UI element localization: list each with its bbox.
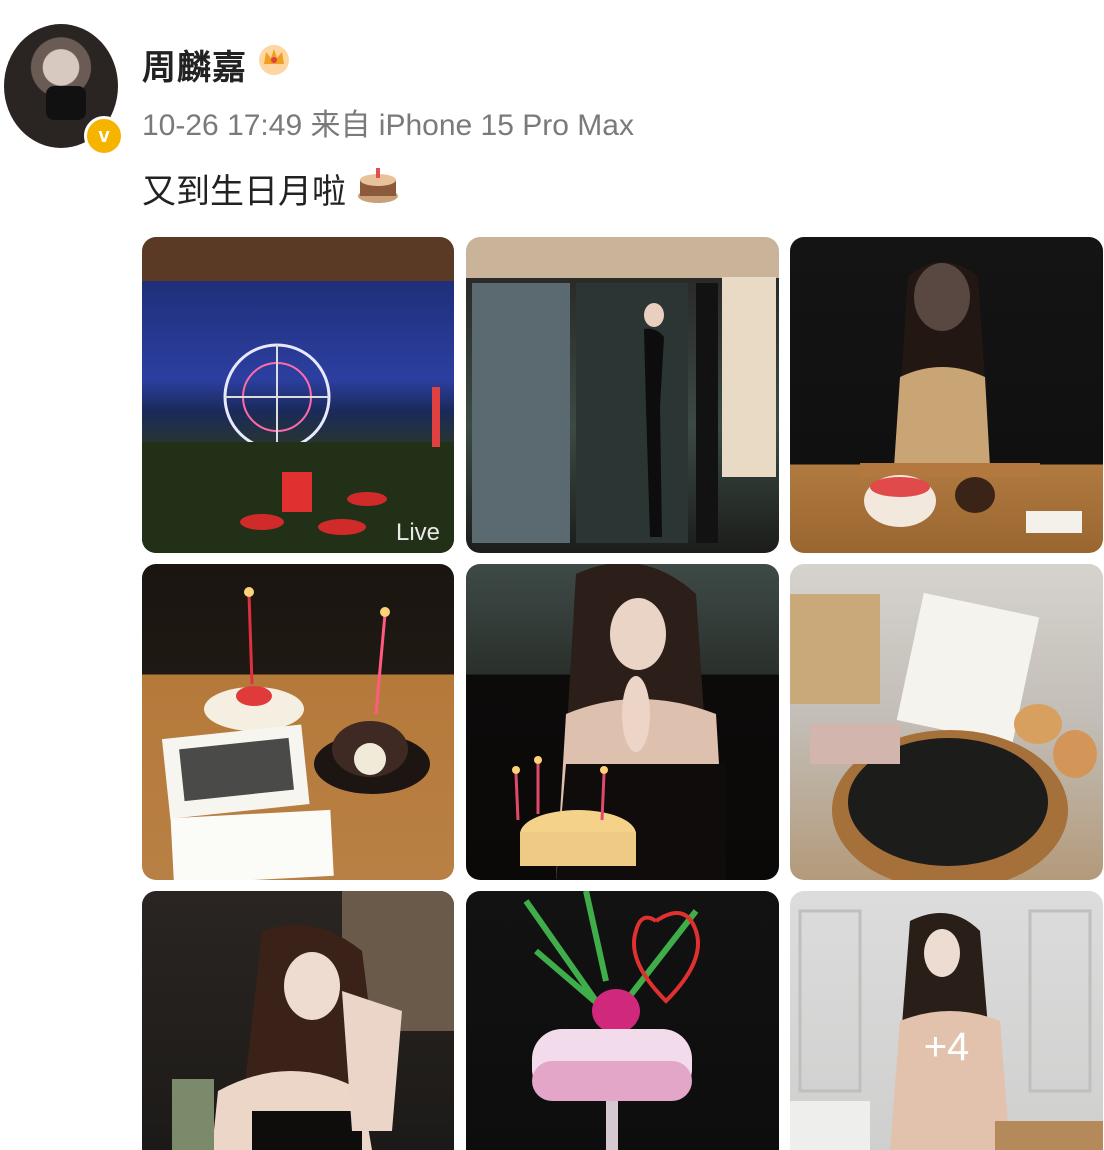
photo-doorway[interactable] (466, 237, 779, 553)
white-room-graphic (790, 909, 1103, 1150)
username[interactable]: 周麟嘉 (142, 40, 247, 89)
photo-note-pastry[interactable] (790, 564, 1103, 880)
photo-love-cocktail[interactable] (466, 891, 779, 1150)
post-text: 又到生日月啦 (142, 173, 346, 211)
more-photos-badge: +4 (923, 1025, 970, 1069)
live-badge: Live (395, 519, 440, 546)
verified-v-icon: v (84, 116, 124, 156)
love-cocktail-graphic (523, 891, 700, 1150)
avatar-image (46, 86, 86, 120)
photo-candles-wish[interactable] (466, 564, 779, 880)
cakes-card-graphic (161, 587, 430, 880)
portrait-hand-graphic (172, 891, 454, 1150)
photo-white-room[interactable]: +4 (790, 891, 1103, 1150)
praying-graphic (860, 262, 1082, 533)
note-pastry-graphic (790, 592, 1097, 880)
weibo-post: v 周麟嘉 10-26 17:49 来自 iPhone 15 Pro Max 又… (0, 0, 1104, 1150)
photo-praying[interactable] (790, 237, 1103, 553)
post-meta: 10-26 17:49 来自 iPhone 15 Pro Max (142, 109, 634, 142)
photo-ferris-wheel[interactable]: Live (142, 237, 454, 553)
doorway-graphic (472, 277, 776, 543)
photo-portrait-hand[interactable] (142, 891, 454, 1150)
candles-wish-graphic (512, 564, 726, 880)
cake-icon (358, 168, 398, 203)
ferris-wheel-graphic (142, 343, 454, 553)
photo-cakes-card[interactable] (142, 564, 454, 880)
crown-icon (259, 45, 289, 75)
